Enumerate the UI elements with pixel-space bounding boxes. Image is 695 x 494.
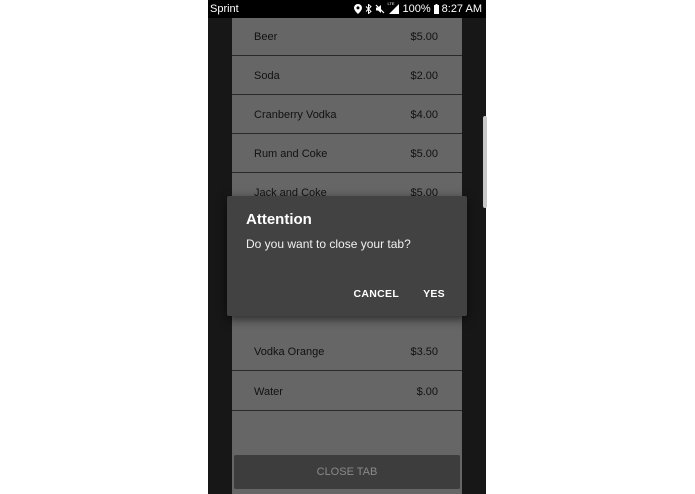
carrier-label: Sprint [210,3,239,15]
list-item[interactable]: Soda $2.00 [232,57,462,95]
item-name: Water [254,385,283,398]
list-item[interactable]: Cranberry Vodka $4.00 [232,96,462,134]
confirm-dialog: Attention Do you want to close your tab?… [227,196,467,316]
signal-icon: LTE [387,1,400,14]
battery-icon [433,4,439,14]
item-name: Rum and Coke [254,147,328,160]
item-price: $5.00 [410,147,438,160]
item-price: $2.00 [410,69,438,82]
item-name: Soda [254,69,280,82]
clock: 8:27 AM [441,3,482,15]
item-price: $3.50 [410,345,438,358]
status-bar: Sprint LTE 100% 8:27 AM [208,0,486,18]
list-item[interactable]: Beer $5.00 [232,18,462,56]
cancel-button[interactable]: CANCEL [354,288,400,300]
item-name: Vodka Orange [254,345,325,358]
dialog-title: Attention [246,211,312,228]
bluetooth-icon [365,4,372,14]
item-price: $5.00 [410,30,438,43]
list-item[interactable]: Water $.00 [232,373,462,411]
mute-icon [375,4,385,14]
battery-percent: 100% [402,3,431,15]
close-tab-button[interactable]: CLOSE TAB [234,455,460,489]
list-item[interactable]: Rum and Coke $5.00 [232,135,462,173]
item-name: Beer [254,30,278,43]
edge-panel-handle[interactable] [483,116,487,208]
dialog-actions: CANCEL YES [354,288,445,300]
item-price: $4.00 [410,108,438,121]
network-badge: LTE [387,1,395,6]
status-icons: LTE 100% 8:27 AM [353,1,482,15]
dialog-message: Do you want to close your tab? [246,237,411,251]
yes-button[interactable]: YES [423,288,445,300]
list-item[interactable]: Vodka Orange $3.50 [232,333,462,371]
item-name: Cranberry Vodka [254,108,337,121]
item-price: $.00 [416,385,438,398]
location-icon [353,4,362,14]
